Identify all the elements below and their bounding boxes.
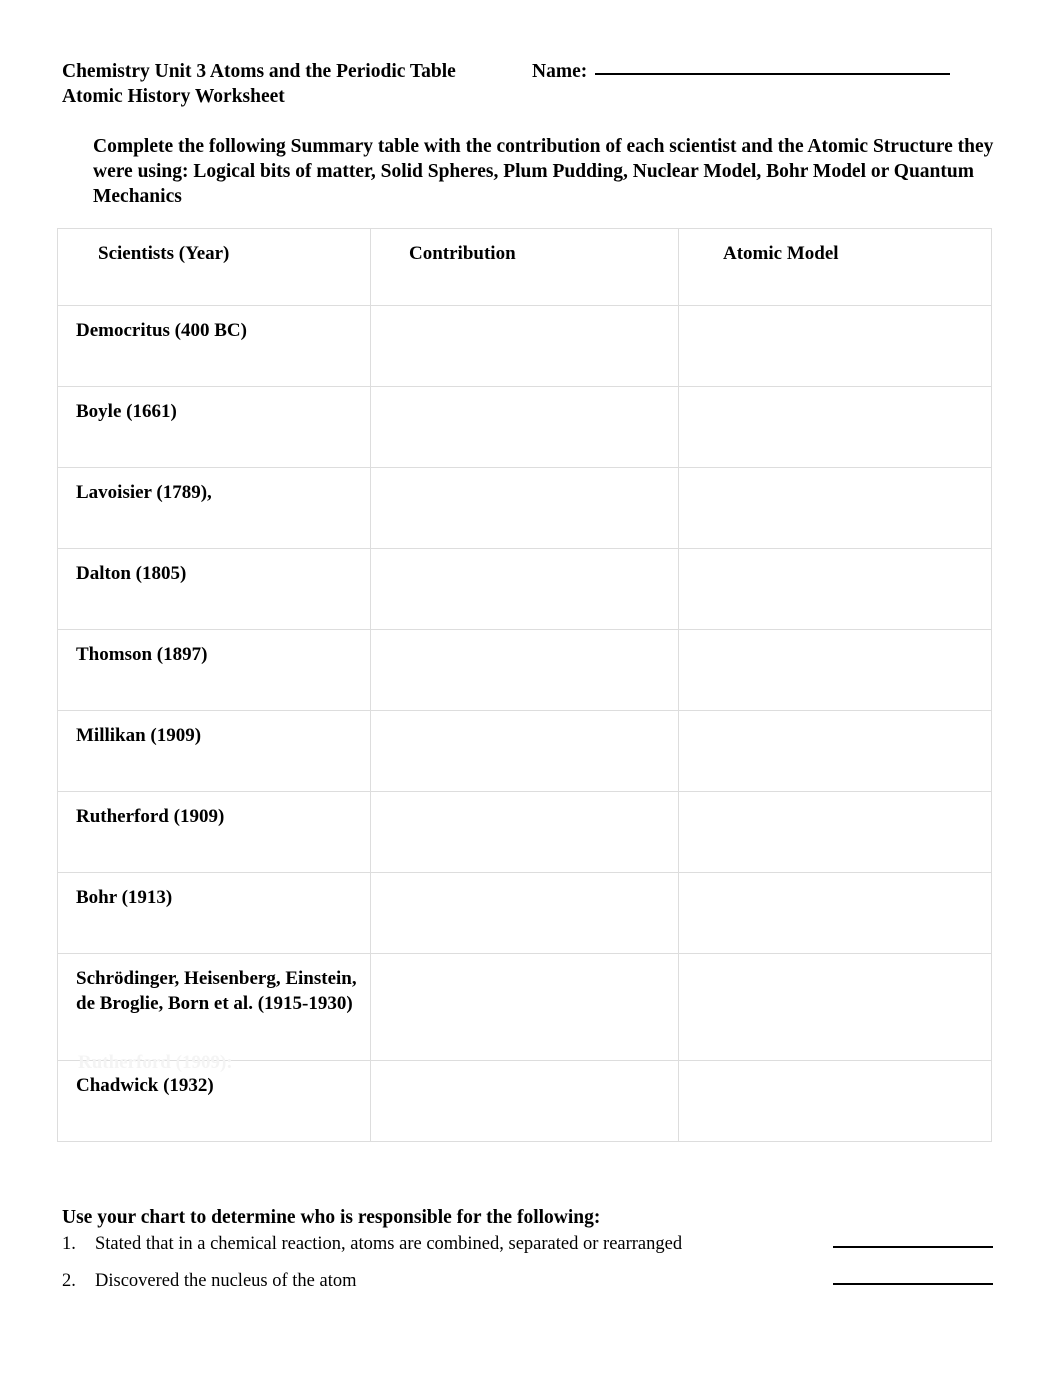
cell-contribution[interactable] bbox=[370, 1060, 679, 1142]
question-text: Discovered the nucleus of the atom bbox=[95, 1271, 357, 1291]
questions-section: Use your chart to determine who is respo… bbox=[62, 1206, 1002, 1306]
worksheet-page: Chemistry Unit 3 Atoms and the Periodic … bbox=[0, 0, 1062, 1377]
cell-atomic-model[interactable] bbox=[678, 629, 992, 711]
page-title-line-2: Atomic History Worksheet bbox=[62, 86, 285, 107]
table-row: Rutherford (1909) bbox=[57, 791, 992, 873]
name-input-line[interactable] bbox=[595, 73, 951, 75]
document-header: Chemistry Unit 3 Atoms and the Periodic … bbox=[62, 59, 1002, 109]
table-row: Lavoisier (1789), bbox=[57, 467, 992, 549]
cell-scientist: Boyle (1661) bbox=[57, 386, 371, 468]
cell-scientist: Lavoisier (1789), bbox=[57, 467, 371, 549]
answer-line-1[interactable] bbox=[833, 1246, 993, 1248]
cell-scientist: Bohr (1913) bbox=[57, 872, 371, 954]
cell-contribution[interactable] bbox=[370, 548, 679, 630]
column-header-contribution: Contribution bbox=[370, 228, 679, 306]
cell-contribution[interactable] bbox=[370, 305, 679, 387]
instruction-paragraph: Complete the following Summary table wit… bbox=[93, 136, 994, 207]
title-column: Chemistry Unit 3 Atoms and the Periodic … bbox=[62, 59, 532, 109]
cell-atomic-model[interactable] bbox=[678, 305, 992, 387]
cell-scientist: Thomson (1897) bbox=[57, 629, 371, 711]
table-row: Dalton (1805) bbox=[57, 548, 992, 630]
cell-contribution[interactable] bbox=[370, 872, 679, 954]
table-row: Bohr (1913) bbox=[57, 872, 992, 954]
cell-contribution[interactable] bbox=[370, 953, 679, 1061]
question-number: 2. bbox=[62, 1271, 76, 1291]
table-row: Boyle (1661) bbox=[57, 386, 992, 468]
cell-atomic-model[interactable] bbox=[678, 548, 992, 630]
cell-scientist: Rutherford (1909) bbox=[57, 791, 371, 873]
column-header-atomic-model: Atomic Model bbox=[678, 228, 992, 306]
column-header-scientists: Scientists (Year) bbox=[57, 228, 371, 306]
answer-line-2[interactable] bbox=[833, 1283, 993, 1285]
name-field-group: Name: bbox=[532, 59, 951, 83]
table-row: Thomson (1897) bbox=[57, 629, 992, 711]
questions-heading: Use your chart to determine who is respo… bbox=[62, 1207, 601, 1228]
header-row: Chemistry Unit 3 Atoms and the Periodic … bbox=[62, 59, 1002, 109]
table-row: Millikan (1909) bbox=[57, 710, 992, 792]
cell-contribution[interactable] bbox=[370, 710, 679, 792]
table-row: Democritus (400 BC) bbox=[57, 305, 992, 387]
table-header-row: Scientists (Year) Contribution Atomic Mo… bbox=[57, 228, 992, 306]
cell-scientist: Democritus (400 BC) bbox=[57, 305, 371, 387]
cell-scientist: Schrödinger, Heisenberg, Einstein, de Br… bbox=[57, 953, 371, 1061]
table-body: Democritus (400 BC) Boyle (1661) Lavoisi… bbox=[57, 305, 992, 1142]
cell-atomic-model[interactable] bbox=[678, 953, 992, 1061]
question-item-2: 2. Discovered the nucleus of the atom bbox=[62, 1269, 1002, 1294]
cell-atomic-model[interactable] bbox=[678, 872, 992, 954]
cell-atomic-model[interactable] bbox=[678, 1060, 992, 1142]
table-head: Scientists (Year) Contribution Atomic Mo… bbox=[57, 228, 992, 306]
cell-scientist: Chadwick (1932) bbox=[57, 1060, 371, 1142]
cell-atomic-model[interactable] bbox=[678, 791, 992, 873]
cell-contribution[interactable] bbox=[370, 629, 679, 711]
name-label: Name: bbox=[532, 61, 588, 82]
summary-table: Scientists (Year) Contribution Atomic Mo… bbox=[57, 228, 992, 1142]
question-item-1: 1. Stated that in a chemical reaction, a… bbox=[62, 1232, 1002, 1257]
cell-scientist: Millikan (1909) bbox=[57, 710, 371, 792]
cell-atomic-model[interactable] bbox=[678, 467, 992, 549]
cell-contribution[interactable] bbox=[370, 386, 679, 468]
question-number: 1. bbox=[62, 1234, 76, 1254]
table-row: Schrödinger, Heisenberg, Einstein, de Br… bbox=[57, 953, 992, 1061]
cell-contribution[interactable] bbox=[370, 467, 679, 549]
question-text: Stated that in a chemical reaction, atom… bbox=[95, 1234, 683, 1254]
page-title-line-1: Chemistry Unit 3 Atoms and the Periodic … bbox=[62, 61, 456, 82]
cell-atomic-model[interactable] bbox=[678, 710, 992, 792]
table-row: Chadwick (1932) bbox=[57, 1060, 992, 1142]
cell-scientist: Dalton (1805) bbox=[57, 548, 371, 630]
cell-atomic-model[interactable] bbox=[678, 386, 992, 468]
cell-contribution[interactable] bbox=[370, 791, 679, 873]
